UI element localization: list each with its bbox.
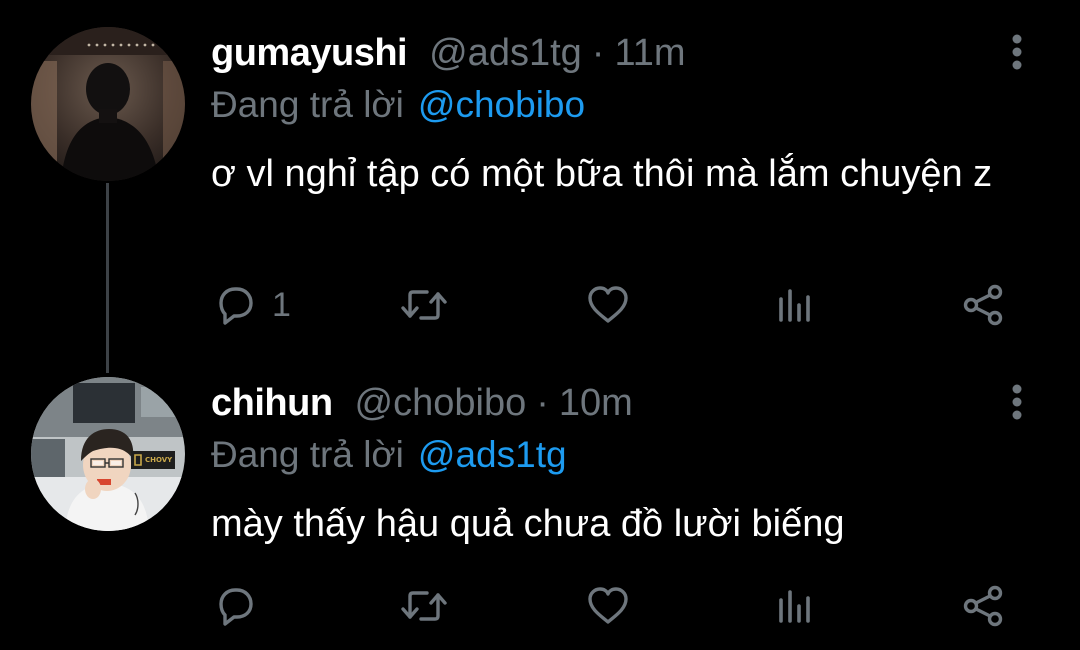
avatar-photo-webcam: CHOVY: [31, 377, 185, 531]
tweet-gumayushi[interactable]: gumayushi @ads1tg · 11m Đang trả lời @cho…: [0, 0, 1080, 360]
reply-button[interactable]: 1: [212, 277, 291, 333]
tweet-chihun[interactable]: CHOVY chihun @chobibo · 10m Đang trả lời…: [0, 360, 1080, 650]
tweet-text: ơ vl nghỉ tập có một bữa thôi mà lắm chu…: [211, 153, 993, 195]
heart-icon: [588, 587, 628, 624]
avatar-badge-text: CHOVY: [145, 456, 173, 464]
more-options-button[interactable]: [1000, 382, 1034, 422]
replying-to-line: Đang trả lời @ads1tg: [211, 434, 567, 476]
share-icon: [963, 284, 1003, 326]
like-button[interactable]: [585, 277, 631, 333]
share-button[interactable]: [960, 277, 1006, 333]
replying-to-mention[interactable]: @ads1tg: [418, 434, 567, 475]
views-icon: [779, 289, 810, 322]
reply-thread: gumayushi @ads1tg · 11m Đang trả lời @cho…: [0, 0, 1080, 650]
more-options-button[interactable]: [1000, 32, 1034, 72]
replying-to-mention[interactable]: @chobibo: [418, 84, 585, 125]
timestamp[interactable]: 10m: [559, 382, 633, 425]
tweet-header: gumayushi @ads1tg · 11m: [211, 32, 686, 78]
reply-button[interactable]: [212, 578, 272, 634]
tweet-actions: 1: [0, 277, 1080, 333]
tweet-text: mày thấy hậu quả chưa đồ lười biếng: [211, 503, 845, 545]
retweet-icon: [401, 290, 447, 320]
share-button[interactable]: [960, 578, 1006, 634]
timestamp[interactable]: 11m: [614, 32, 685, 75]
separator-dot: ·: [536, 382, 549, 424]
separator-dot: ·: [591, 32, 605, 74]
retweet-icon: [401, 591, 447, 621]
more-vertical-icon: [1012, 384, 1022, 420]
user-handle[interactable]: @ads1tg: [429, 32, 582, 75]
tweet-header: chihun @chobibo · 10m: [211, 382, 633, 428]
replying-to-label: Đang trả lời: [211, 84, 404, 125]
display-name[interactable]: gumayushi: [211, 32, 408, 75]
like-button[interactable]: [585, 578, 631, 634]
views-button[interactable]: [775, 578, 815, 634]
avatar-photo-dark-suit: [31, 27, 185, 181]
more-vertical-icon: [1012, 34, 1022, 70]
avatar-gumayushi[interactable]: [31, 27, 185, 181]
share-icon: [963, 585, 1003, 627]
reply-count: 1: [272, 285, 291, 324]
views-icon: [779, 590, 810, 623]
reply-icon: [219, 588, 253, 626]
display-name[interactable]: chihun: [211, 382, 333, 425]
retweet-button[interactable]: [397, 277, 451, 333]
replying-to-label: Đang trả lời: [211, 434, 404, 475]
avatar-chihun[interactable]: CHOVY: [31, 377, 185, 531]
views-button[interactable]: [775, 277, 815, 333]
replying-to-line: Đang trả lời @chobibo: [211, 84, 585, 126]
retweet-button[interactable]: [397, 578, 451, 634]
user-handle[interactable]: @chobibo: [355, 382, 527, 425]
tweet-actions: [0, 578, 1080, 634]
reply-icon: [219, 287, 253, 325]
heart-icon: [588, 286, 628, 323]
